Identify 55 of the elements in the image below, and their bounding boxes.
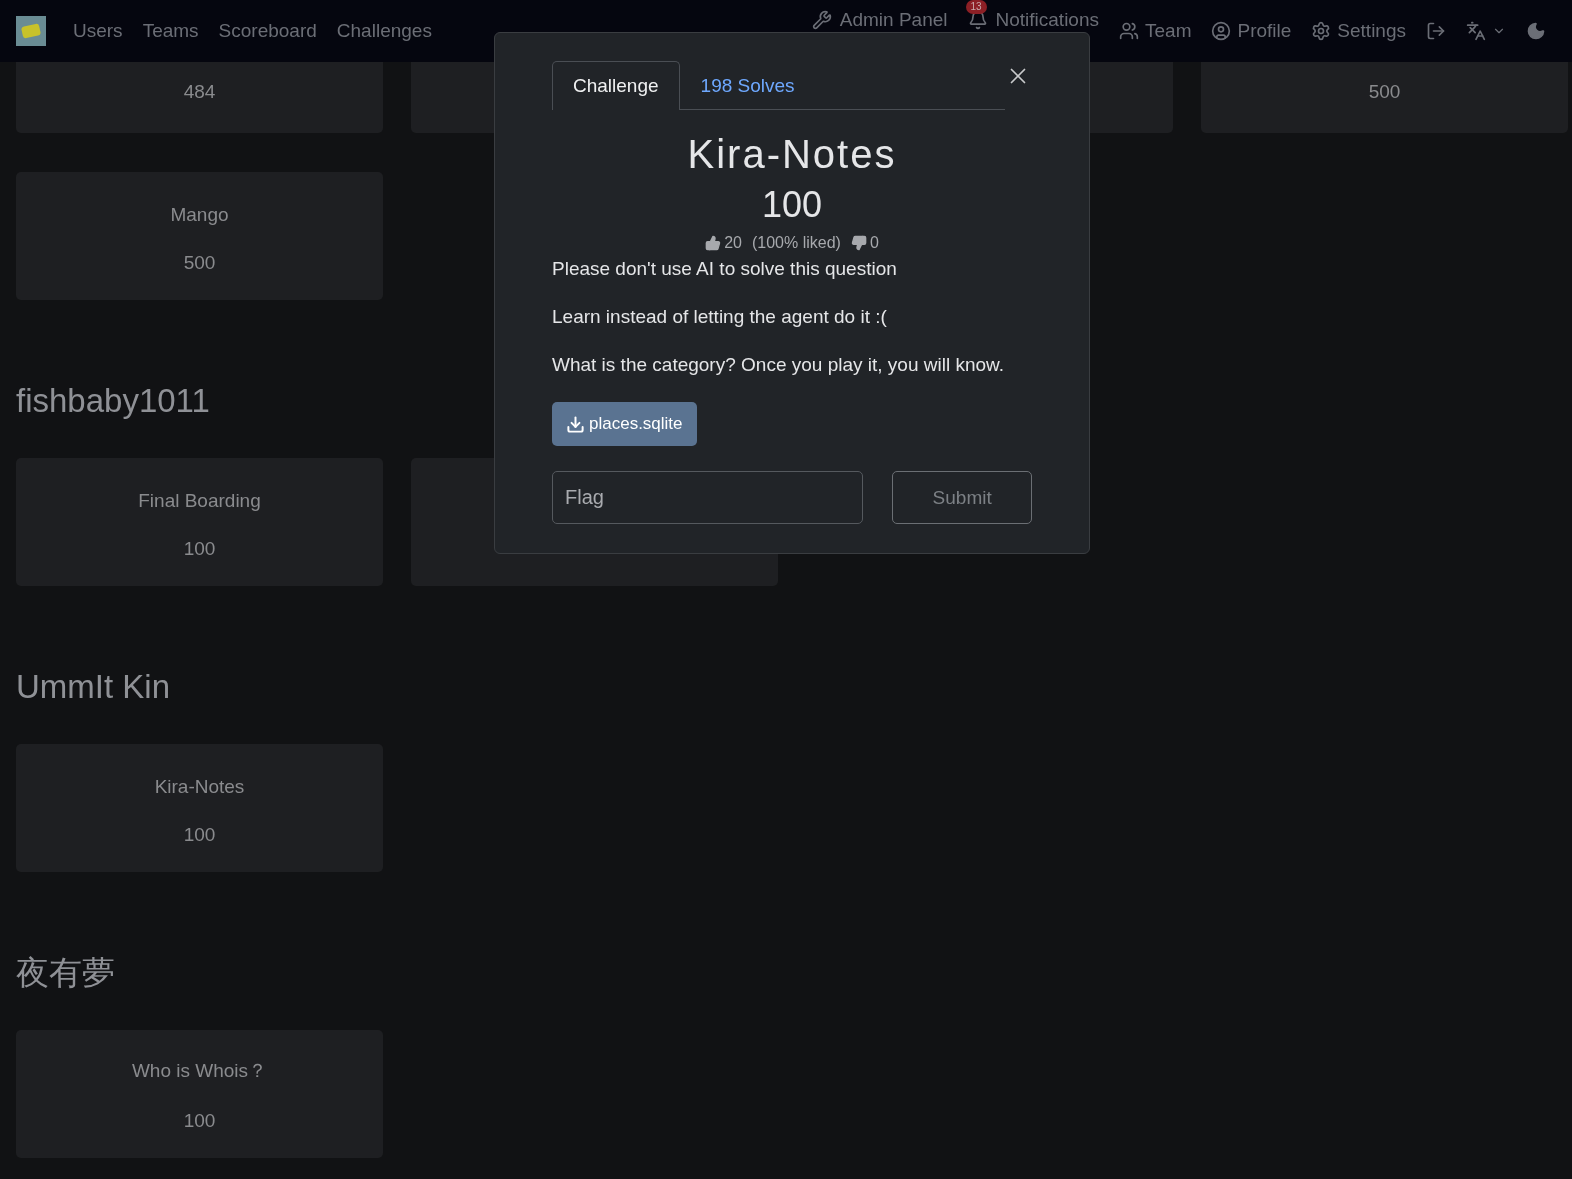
notifications-link[interactable]: 13 Notifications (967, 0, 1099, 31)
description-paragraph: What is the category? Once you play it, you will know. (552, 354, 1005, 376)
moon-icon (1526, 21, 1546, 41)
challenge-points: 500 (183, 252, 216, 274)
notification-badge: 13 (965, 0, 987, 14)
nav-link[interactable]: Challenges (336, 20, 432, 42)
challenge-card[interactable]: Mango 500 (16, 172, 383, 300)
logout-link[interactable] (1426, 21, 1446, 41)
thumbs-up-icon[interactable] (705, 235, 722, 251)
section-heading: 夜有夢 (16, 953, 116, 993)
nav-link[interactable]: Users (73, 20, 123, 42)
settings-icon (1311, 21, 1332, 41)
download-icon (566, 414, 585, 434)
thumbs-down-icon[interactable] (850, 235, 867, 251)
challenge-card[interactable]: Kira-Notes 100 (16, 744, 383, 872)
description-paragraph: Learn instead of letting the agent do it :( (552, 306, 888, 328)
challenge-points: 500 (1368, 81, 1401, 103)
user-circle-icon (1211, 21, 1232, 41)
liked-percentage: (100% liked) (751, 234, 841, 252)
profile-link[interactable]: Profile (1211, 20, 1292, 42)
nav-link[interactable]: Teams (142, 20, 199, 42)
like-count: 20 (724, 234, 742, 252)
challenge-name: Who is Whois？ (131, 1059, 268, 1083)
challenge-title: Kira-Notes (686, 131, 898, 178)
language-link[interactable] (1466, 21, 1506, 41)
challenge-points: 100 (183, 538, 216, 560)
submit-button[interactable]: Submit (892, 471, 1032, 524)
team-link[interactable]: Team (1119, 20, 1192, 42)
flag-input[interactable]: Flag (552, 471, 864, 524)
section-heading: fishbaby1011 (16, 381, 211, 421)
logout-icon (1426, 21, 1446, 41)
settings-link[interactable]: Settings (1311, 20, 1406, 42)
modal-tab[interactable]: 198 Solves (679, 61, 816, 110)
description-paragraph: Please don't use AI to solve this question (552, 258, 898, 280)
section-heading: UmmIt Kin (16, 667, 171, 707)
challenge-card[interactable]: 484 (16, 62, 383, 133)
challenge-card[interactable]: Who is Whois？ 100 (16, 1030, 383, 1158)
modal-tab[interactable]: Challenge (552, 61, 680, 110)
challenge-points: 100 (760, 184, 824, 226)
nav-link[interactable]: Scoreboard (218, 20, 317, 42)
challenge-card[interactable]: Final Boarding 100 (16, 458, 383, 586)
users-icon (1119, 21, 1139, 41)
challenge-points: 100 (183, 1110, 216, 1132)
challenge-name: Kira-Notes (154, 776, 245, 798)
wrench-icon (811, 10, 832, 30)
challenge-points: 100 (183, 824, 216, 846)
challenge-name: Final Boarding (138, 490, 261, 512)
file-download-button[interactable]: places.sqlite (552, 402, 697, 446)
challenge-card[interactable]: 500 (1201, 62, 1568, 133)
challenge-name: Mango (170, 204, 229, 226)
dislike-count: 0 (869, 234, 879, 252)
language-icon (1466, 21, 1486, 41)
theme-link[interactable] (1526, 21, 1546, 41)
challenge-points: 484 (183, 81, 216, 103)
admin-link[interactable]: Admin Panel (811, 0, 948, 31)
